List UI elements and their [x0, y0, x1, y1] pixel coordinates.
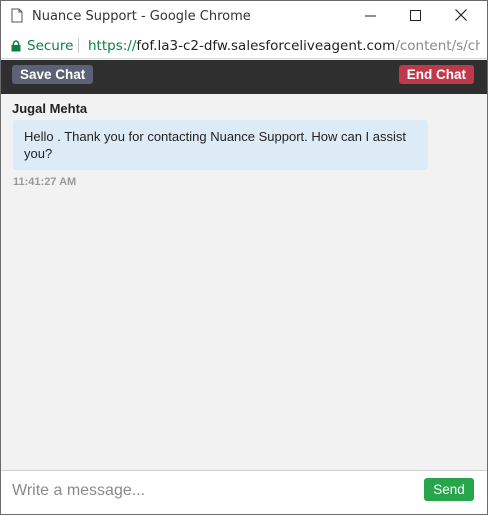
end-chat-button[interactable]: End Chat — [398, 65, 474, 84]
url-host: fof.la3-c2-dfw.salesforceliveagent.com — [136, 38, 396, 54]
save-chat-button[interactable]: Save Chat — [12, 65, 94, 84]
maximize-icon — [409, 8, 421, 26]
url-scheme: https:// — [88, 38, 137, 54]
message-input[interactable] — [1, 471, 411, 511]
secure-label[interactable]: Secure — [27, 38, 73, 54]
url-text[interactable]: https://fof.la3-c2-dfw.salesforceliveage… — [88, 38, 480, 54]
url-path: /content/s/chat... — [395, 38, 480, 54]
page-icon — [11, 8, 23, 23]
chat-transcript[interactable]: Jugal Mehta Hello . Thank you for contac… — [1, 94, 487, 470]
message-sender: Jugal Mehta — [12, 101, 88, 116]
message-composer: Send — [1, 470, 487, 514]
send-button[interactable]: Send — [424, 478, 474, 501]
maximize-button[interactable] — [392, 1, 438, 32]
close-icon — [455, 8, 467, 26]
browser-window: Nuance Support - Google Chrome Secure ht… — [0, 0, 488, 515]
title-bar: Nuance Support - Google Chrome — [1, 1, 487, 32]
message-timestamp: 11:41:27 AM — [13, 176, 77, 188]
chat-toolbar: Save Chat End Chat — [1, 60, 487, 94]
address-separator — [78, 38, 79, 53]
message-bubble: Hello . Thank you for contacting Nuance … — [13, 120, 428, 170]
lock-icon[interactable] — [11, 39, 21, 52]
close-button[interactable] — [438, 1, 484, 32]
address-bar[interactable]: Secure https://fof.la3-c2-dfw.salesforce… — [1, 32, 487, 59]
window-title: Nuance Support - Google Chrome — [32, 9, 251, 24]
minimize-button[interactable] — [347, 1, 393, 32]
minimize-icon — [364, 8, 376, 26]
